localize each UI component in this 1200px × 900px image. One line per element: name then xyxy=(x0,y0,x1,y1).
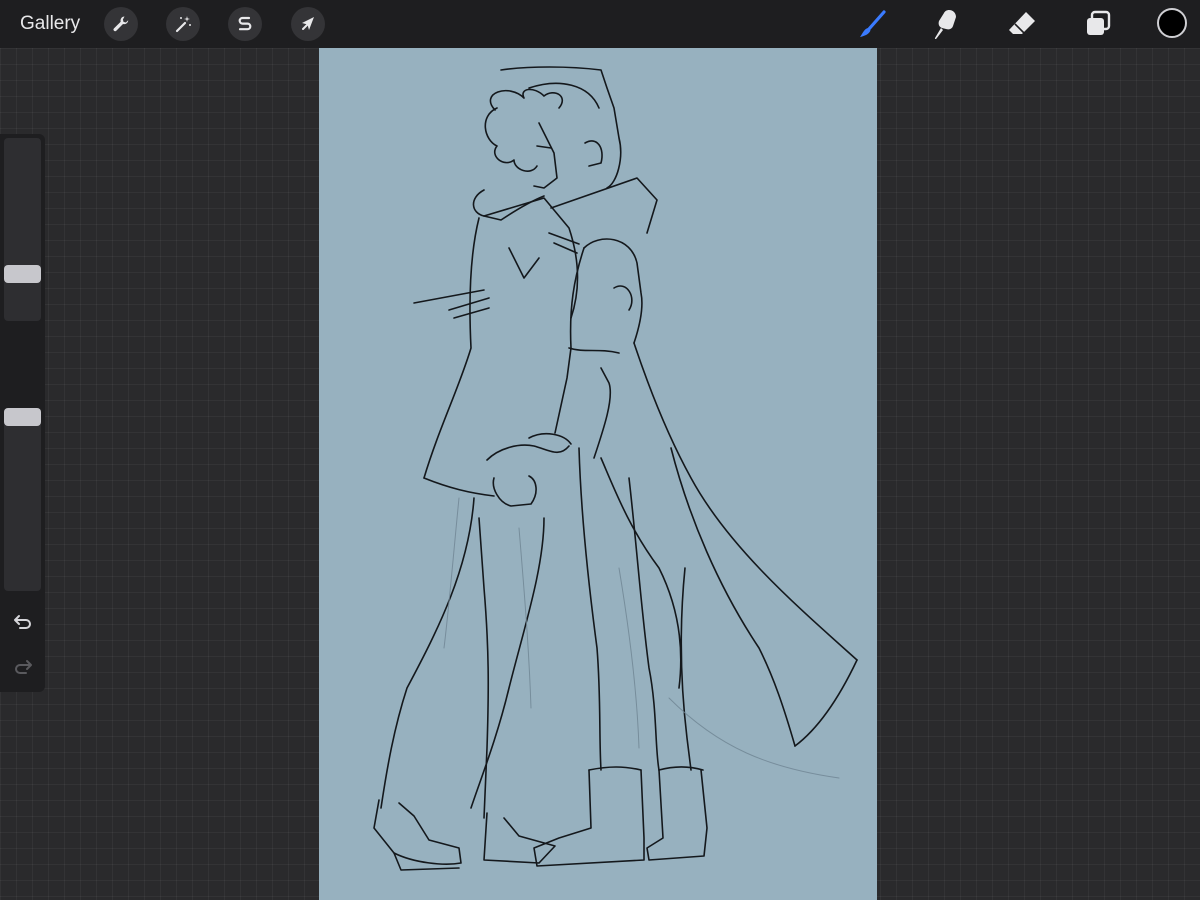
coat-tail-left xyxy=(633,342,858,661)
sketch-artwork xyxy=(373,66,858,871)
layers-icon xyxy=(1087,10,1111,35)
back-boot-top-2 xyxy=(658,766,704,771)
brush-size-slider[interactable] xyxy=(4,138,41,321)
undo-button[interactable] xyxy=(11,609,35,633)
construction-line-3 xyxy=(668,697,840,779)
back-leg-3 xyxy=(680,567,692,771)
redo-button[interactable] xyxy=(11,654,35,678)
speed-line-2 xyxy=(448,297,490,311)
speed-line-3 xyxy=(453,307,490,319)
back-figure-forearm xyxy=(593,367,612,459)
back-boot-2 xyxy=(646,769,708,861)
eraser-icon xyxy=(1009,12,1035,34)
front-figure-coat-hem xyxy=(423,477,495,497)
middle-shoe xyxy=(483,812,556,864)
construction-line-4 xyxy=(618,567,640,749)
opacity-slider[interactable] xyxy=(4,408,41,591)
adjustments-button[interactable] xyxy=(166,7,200,41)
back-figure-glove xyxy=(528,432,572,445)
actions-button[interactable] xyxy=(104,7,138,41)
front-figure-fingers xyxy=(492,475,537,507)
front-figure-coat-front xyxy=(483,197,579,319)
front-figure-hand xyxy=(486,444,570,461)
front-figure-shoe-sole xyxy=(393,852,460,871)
wrench-icon xyxy=(113,16,129,32)
speed-line-4 xyxy=(548,232,580,245)
back-figure-hair xyxy=(500,66,622,189)
back-leg-2 xyxy=(628,477,660,771)
eraser-button[interactable] xyxy=(1004,6,1040,42)
left-sidebar xyxy=(0,134,45,692)
front-figure-face xyxy=(533,122,558,189)
back-leg-1 xyxy=(578,447,602,771)
top-toolbar: Gallery xyxy=(0,0,1200,48)
smudge-button[interactable] xyxy=(928,6,964,42)
front-figure-shoe xyxy=(373,799,462,865)
coat-tail-back xyxy=(600,457,682,689)
gallery-button[interactable]: Gallery xyxy=(20,12,80,36)
back-figure-ear xyxy=(584,140,603,167)
selection-s-icon xyxy=(238,16,252,31)
drawing-canvas[interactable] xyxy=(319,48,877,900)
back-figure-hair-detail xyxy=(528,82,600,109)
magic-wand-icon xyxy=(175,16,191,33)
construction-line-1 xyxy=(443,497,460,649)
speed-line-1 xyxy=(413,289,485,304)
arrow-cursor-icon xyxy=(302,17,314,30)
selection-button[interactable] xyxy=(228,7,262,41)
opacity-thumb[interactable] xyxy=(4,408,41,426)
construction-line-2 xyxy=(518,527,532,709)
back-figure-shoulder xyxy=(583,238,643,344)
brush-button[interactable] xyxy=(854,6,890,42)
front-figure-back xyxy=(423,217,480,479)
back-figure-elbow xyxy=(613,285,633,311)
undo-icon xyxy=(14,615,31,629)
brush-icon xyxy=(860,10,886,37)
front-figure-hair xyxy=(489,88,564,111)
back-figure-cuff xyxy=(568,347,620,354)
brush-size-thumb[interactable] xyxy=(4,265,41,283)
smudge-finger-icon xyxy=(934,10,956,40)
front-leg-back-line xyxy=(380,497,475,809)
layers-button[interactable] xyxy=(1080,6,1116,42)
coat-tail-inner xyxy=(670,447,796,747)
front-figure-lapel xyxy=(508,247,540,279)
coat-tail-right xyxy=(794,659,858,747)
front-figure-eye xyxy=(536,145,552,149)
color-picker-button[interactable] xyxy=(1157,8,1187,38)
redo-icon xyxy=(15,660,32,674)
front-figure-hair-curls xyxy=(484,107,538,172)
back-boot-top-1 xyxy=(588,766,642,771)
back-figure-arm-front xyxy=(554,247,585,434)
transform-button[interactable] xyxy=(291,7,325,41)
